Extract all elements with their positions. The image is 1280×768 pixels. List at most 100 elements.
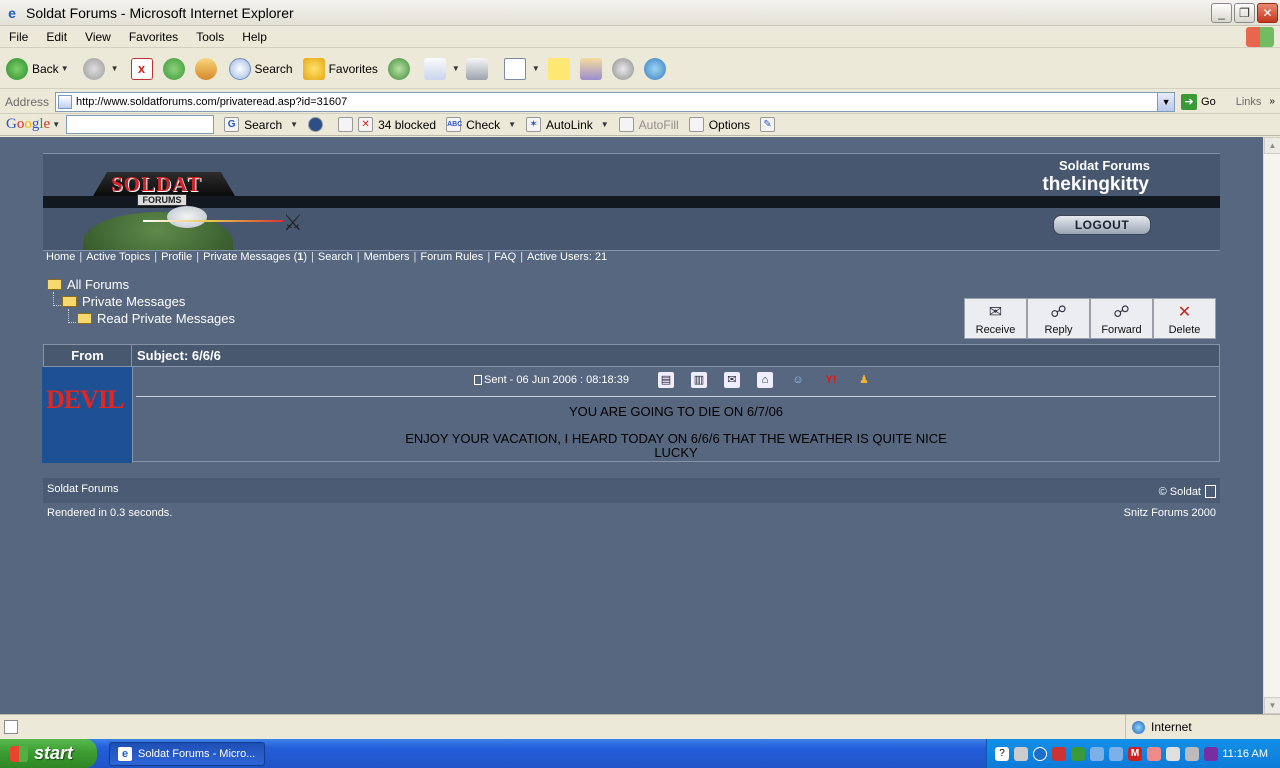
mail-button[interactable]: ▼ [423,57,460,80]
google-news-button[interactable] [308,117,328,132]
chevron-down-icon[interactable]: ▼ [290,120,298,129]
close-button[interactable]: ✕ [1257,3,1278,23]
spell-check-button[interactable]: ABC Check ▼ [446,117,516,132]
username: thekingkitty [1042,174,1149,195]
logout-button[interactable]: LOGOUT [1053,215,1151,235]
breadcrumb-read-private-messages: Read Private Messages [77,311,235,326]
nav-forum-rules[interactable]: Forum Rules [420,251,483,263]
google-toolbar: Google ▼ G Search ▼ ✕ 34 blocked ABC Check ▼ … [0,114,1280,136]
posts-icon[interactable]: ▥ [691,372,707,388]
messenger-button[interactable] [643,57,670,80]
volume-icon[interactable] [1014,746,1028,761]
refresh-button[interactable] [162,57,189,80]
chevron-down-icon[interactable]: ▼ [508,120,516,129]
aim-icon[interactable]: ♟ [856,372,872,388]
edit-button[interactable]: ▼ [503,57,540,80]
nav-active-topics[interactable]: Active Topics [86,251,150,263]
google-logo[interactable]: Google [6,116,50,133]
google-search-input[interactable] [66,115,215,134]
breadcrumb-private-messages[interactable]: Private Messages [62,294,185,309]
shield-icon[interactable] [1071,746,1085,761]
go-to-top-icon[interactable] [1205,485,1216,498]
menu-favorites[interactable]: Favorites [120,30,187,44]
logo-bullet-trail [143,220,283,222]
settings-icon[interactable] [1185,746,1199,761]
menu-file[interactable]: File [0,30,37,44]
note-icon [547,57,570,80]
help-icon[interactable]: ? [995,746,1009,761]
nav-search[interactable]: Search [318,251,353,263]
chevron-down-icon[interactable]: ▼ [111,64,119,73]
research-button[interactable] [579,57,606,80]
update-icon[interactable] [1166,746,1180,761]
home-button[interactable] [194,57,221,80]
receive-button[interactable]: ✉ Receive [964,298,1027,339]
stop-button[interactable]: x [130,57,157,80]
favorites-button[interactable]: Favorites [302,57,378,80]
chevron-down-icon[interactable]: ▼ [532,64,540,73]
menu-tools[interactable]: Tools [187,30,233,44]
links-button[interactable]: Links [1236,96,1262,108]
chevron-down-icon[interactable]: ▼ [61,64,69,73]
tray-arrow-icon[interactable] [1033,746,1047,761]
nav-home[interactable]: Home [46,251,75,263]
link-icon[interactable] [1147,746,1161,761]
email-poster-icon[interactable]: ✉ [724,372,740,388]
autofill-button[interactable]: AutoFill [618,117,679,132]
options-button[interactable]: Options [688,117,750,132]
delete-button[interactable]: ✕ Delete [1153,298,1216,339]
yahoo-icon[interactable]: Y! [823,372,839,388]
scroll-up-arrow-icon[interactable]: ▲ [1264,137,1280,154]
menu-edit[interactable]: Edit [37,30,76,44]
go-button[interactable]: ➔ Go [1181,93,1216,110]
discuss-button[interactable] [611,57,638,80]
chevron-down-icon[interactable]: ▼ [601,120,609,129]
popup-blocker[interactable]: ✕ 34 blocked [338,117,436,132]
homepage-icon[interactable]: ⌂ [757,372,773,388]
reply-button[interactable]: ☍ Reply [1027,298,1090,339]
menu-help[interactable]: Help [233,30,276,44]
logo-subtitle: FORUMS [137,194,187,206]
menu-view[interactable]: View [76,30,120,44]
nav-members[interactable]: Members [364,251,410,263]
sender-avatar[interactable]: DEVIL [42,367,133,463]
nav-private-messages[interactable]: Private Messages (1) [203,251,307,263]
print-button[interactable] [465,57,492,80]
vertical-scrollbar[interactable]: ▲ ▼ [1263,137,1280,714]
notes-button[interactable] [547,57,574,80]
yahoo-messenger-icon[interactable] [1204,746,1218,761]
minimize-button[interactable]: _ [1211,3,1232,23]
google-search-button[interactable]: G Search ▼ [224,117,298,132]
icq-icon[interactable]: ☺ [790,372,806,388]
network-icon[interactable] [1090,746,1104,761]
breadcrumb-all-forums[interactable]: All Forums [47,277,129,292]
chevron-down-icon[interactable]: ▼ [1157,92,1175,111]
soldat-logo[interactable]: SOLDAT FORUMS ⚔ [83,168,323,272]
history-button[interactable] [387,57,414,80]
nav-profile[interactable]: Profile [161,251,192,263]
highlight-button[interactable]: ✎ [760,117,780,132]
taskbar-item-ie[interactable]: e Soldat Forums - Micro... [109,742,265,766]
mcafee-icon[interactable]: M [1128,746,1142,761]
forward-button[interactable]: ▼ [82,57,119,80]
forward-button[interactable]: ☍ Forward [1090,298,1153,339]
popup-blocked-icon: ✕ [358,117,374,132]
search-button[interactable]: Search [228,57,293,80]
start-button[interactable]: start [0,739,97,768]
back-arrow-icon [6,57,28,80]
chevron-down-icon[interactable]: ▼ [52,120,60,129]
page-icon [58,94,73,109]
maximize-button[interactable]: ❐ [1234,3,1255,23]
scroll-down-arrow-icon[interactable]: ▼ [1264,697,1280,714]
taskbar: start e Soldat Forums - Micro... ? M 11:1… [0,739,1280,768]
autolink-button[interactable]: ✶ AutoLink ▼ [526,117,609,132]
snitz-link[interactable]: Snitz Forums 2000 [1124,507,1216,519]
nav-faq[interactable]: FAQ [494,251,516,263]
back-button[interactable]: Back ▼ [6,57,69,80]
chevron-right-icon[interactable]: » [1269,96,1275,107]
antivirus-icon[interactable] [1052,746,1066,761]
chevron-down-icon[interactable]: ▼ [452,64,460,73]
network-icon-2[interactable] [1109,746,1123,761]
profile-icon[interactable]: ▤ [658,372,674,388]
address-input[interactable]: http://www.soldatforums.com/privateread.… [55,91,1176,112]
